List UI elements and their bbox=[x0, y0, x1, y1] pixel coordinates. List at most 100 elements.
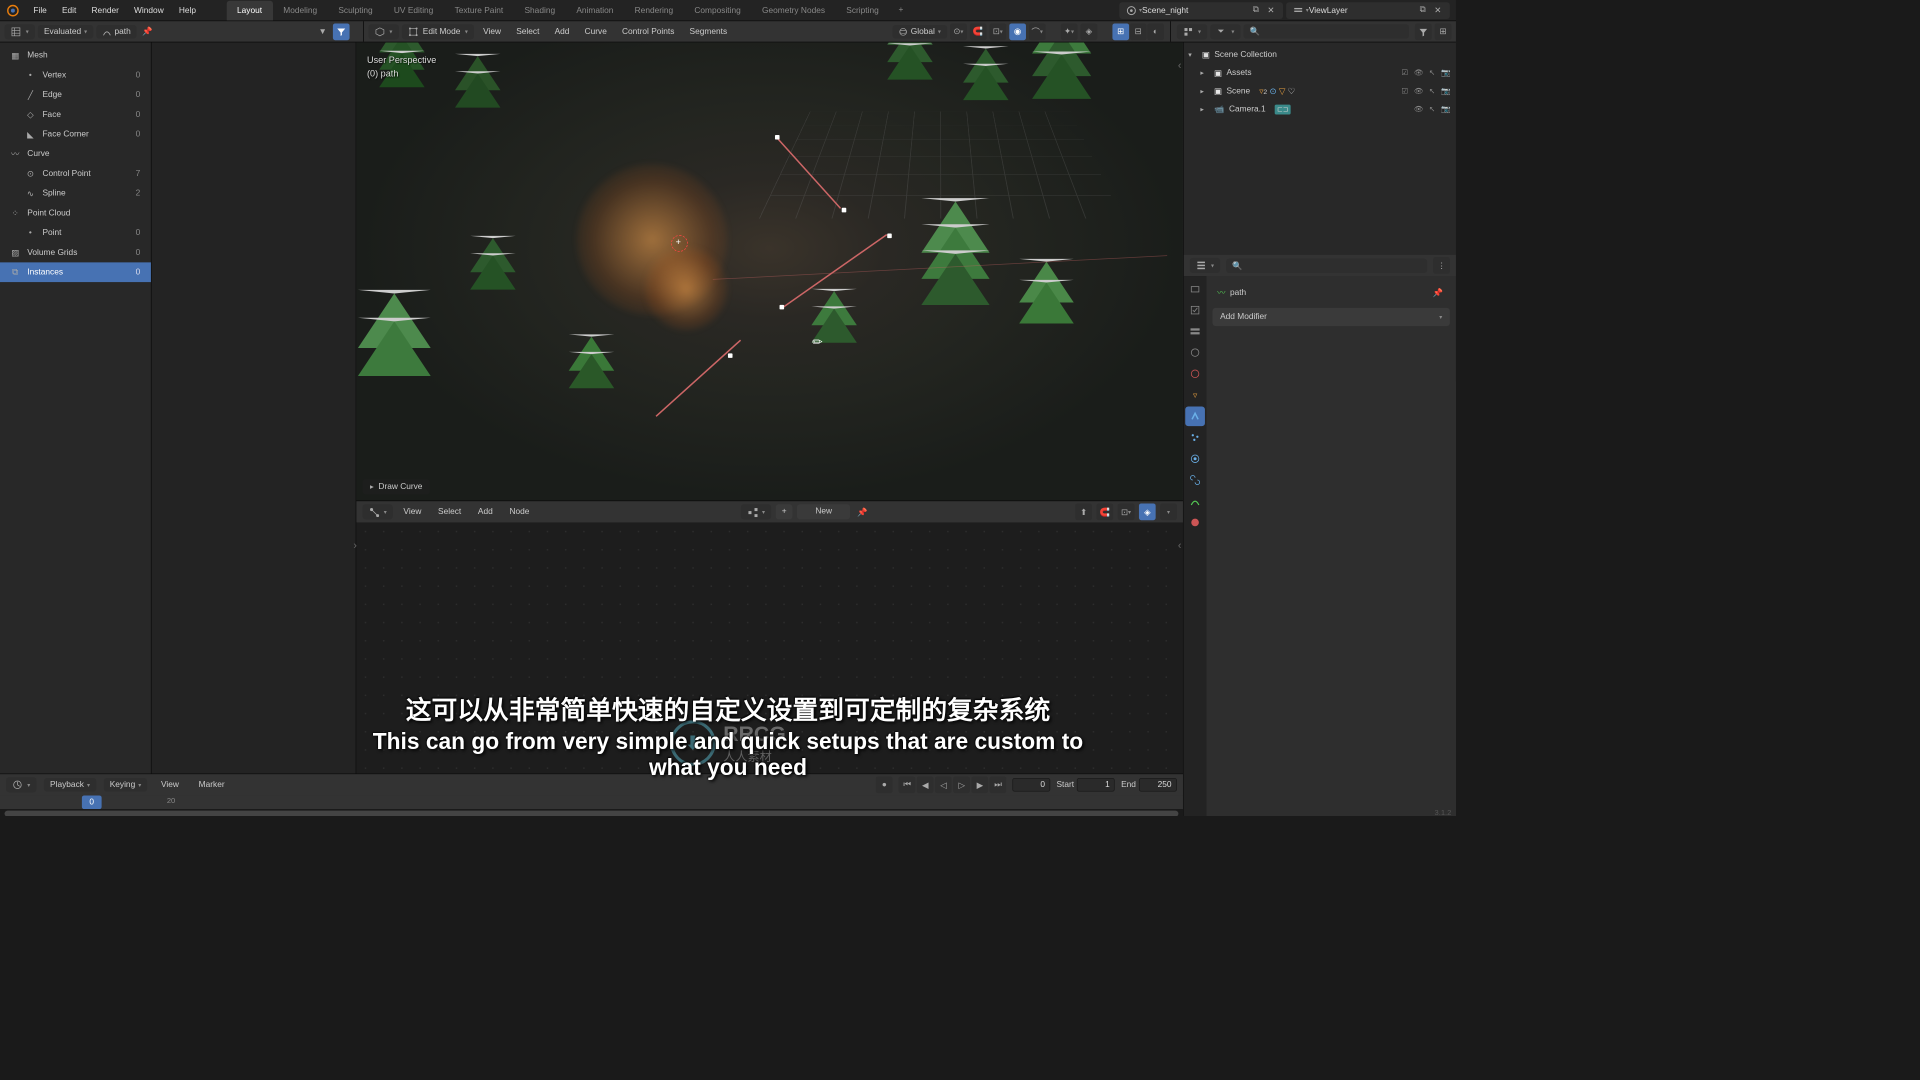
pivot-icon[interactable]: ⊙▾ bbox=[950, 23, 967, 40]
gizmo-icon[interactable]: ✦▾ bbox=[1061, 23, 1078, 40]
tree-point[interactable]: •Point0 bbox=[0, 223, 151, 243]
eye-icon[interactable]: 👁 bbox=[1413, 85, 1424, 96]
tree-facecorner[interactable]: ◣Face Corner0 bbox=[0, 124, 151, 144]
outliner-new-collection-icon[interactable]: ⊞ bbox=[1435, 23, 1452, 40]
node-toolbar-expand[interactable]: › bbox=[353, 539, 357, 551]
prop-tab-constraints[interactable] bbox=[1185, 470, 1205, 490]
curve-point[interactable] bbox=[728, 353, 733, 358]
proportional-edit-icon[interactable]: ◉ bbox=[1009, 23, 1026, 40]
node-sidebar-expand[interactable]: ‹ bbox=[1178, 539, 1182, 551]
prop-tab-material[interactable] bbox=[1185, 513, 1205, 533]
node-new-button[interactable]: New bbox=[797, 504, 850, 519]
tree-spline[interactable]: ∿Spline2 bbox=[0, 184, 151, 204]
curve-point[interactable] bbox=[842, 208, 847, 213]
proportional-falloff-icon[interactable]: ⌒▾ bbox=[1029, 23, 1046, 40]
node-menu-add[interactable]: Add bbox=[472, 504, 499, 519]
pin-icon[interactable]: 📌 bbox=[140, 24, 155, 39]
sidebar-expand[interactable]: ‹ bbox=[1178, 59, 1182, 71]
menu-file[interactable]: File bbox=[26, 3, 55, 18]
workspace-rendering[interactable]: Rendering bbox=[624, 0, 684, 20]
workspace-scripting[interactable]: Scripting bbox=[836, 0, 890, 20]
prop-tab-data[interactable] bbox=[1185, 491, 1205, 511]
prop-tab-viewlayer[interactable] bbox=[1185, 322, 1205, 342]
node-menu-node[interactable]: Node bbox=[503, 504, 535, 519]
workspace-uvediting[interactable]: UV Editing bbox=[383, 0, 444, 20]
selectable-icon[interactable]: ↖ bbox=[1426, 104, 1437, 115]
outliner-filter[interactable]: ▾ bbox=[1210, 24, 1240, 39]
prop-tab-render[interactable] bbox=[1185, 279, 1205, 299]
outliner-filter-funnel-icon[interactable] bbox=[1415, 23, 1432, 40]
frame-start[interactable]: Start bbox=[1056, 778, 1115, 792]
workspace-compositing[interactable]: Compositing bbox=[684, 0, 752, 20]
timeline-ruler[interactable]: 0 20 bbox=[0, 795, 1183, 809]
overlays-icon[interactable]: ◈ bbox=[1080, 23, 1097, 40]
3dview-menu-view[interactable]: View bbox=[477, 24, 507, 39]
pin-icon[interactable]: 📌 bbox=[1430, 285, 1445, 300]
last-operator-panel[interactable]: Draw Curve bbox=[362, 479, 430, 494]
keyframe-prev-icon[interactable]: ◀ bbox=[917, 776, 934, 793]
mode-selector[interactable]: Edit Mode ▾ bbox=[402, 24, 474, 39]
node-parent-icon[interactable]: ⬆ bbox=[1075, 504, 1092, 521]
keyframe-next-icon[interactable]: ▶ bbox=[972, 776, 989, 793]
scene-browse-icon[interactable] bbox=[1124, 3, 1139, 18]
outliner-display-mode[interactable]: ▾ bbox=[1177, 24, 1207, 39]
outliner-scene-collection[interactable]: ▾ ▣ Scene Collection bbox=[1184, 45, 1456, 63]
node-snap-opts-icon[interactable]: ⊡▾ bbox=[1118, 504, 1135, 521]
timeline-marker-menu[interactable]: Marker bbox=[193, 777, 231, 792]
solid-icon[interactable]: ◐ bbox=[1147, 23, 1164, 40]
workspace-modeling[interactable]: Modeling bbox=[273, 0, 328, 20]
menu-edit[interactable]: Edit bbox=[54, 3, 84, 18]
3dview-menu-curve[interactable]: Curve bbox=[579, 24, 613, 39]
tree-instances[interactable]: ⧉Instances0 bbox=[0, 262, 151, 282]
wireframe-icon[interactable]: ⊟ bbox=[1130, 23, 1147, 40]
frame-end[interactable]: End bbox=[1121, 778, 1177, 792]
timeline-scrollbar[interactable] bbox=[0, 809, 1183, 816]
timeline-keying-menu[interactable]: Keying▾ bbox=[104, 778, 148, 792]
disclosure-icon[interactable]: ▾ bbox=[1188, 50, 1197, 58]
selectable-icon[interactable]: ↖ bbox=[1426, 67, 1437, 78]
workspace-animation[interactable]: Animation bbox=[566, 0, 624, 20]
menu-render[interactable]: Render bbox=[84, 3, 127, 18]
editor-type-properties[interactable]: ▾ bbox=[1190, 258, 1220, 273]
prop-tab-output[interactable] bbox=[1185, 300, 1205, 320]
outliner-search[interactable]: 🔍 bbox=[1244, 24, 1409, 38]
scene-name-input[interactable] bbox=[1142, 6, 1248, 15]
selectable-icon[interactable]: ↖ bbox=[1426, 85, 1437, 96]
scene-delete-icon[interactable]: ✕ bbox=[1263, 3, 1278, 18]
jump-start-icon[interactable]: ⏮ bbox=[899, 776, 916, 793]
workspace-sculpting[interactable]: Sculpting bbox=[328, 0, 384, 20]
workspace-add[interactable]: + bbox=[889, 0, 912, 20]
scene-selector[interactable]: ▾ ⧉ ✕ bbox=[1119, 2, 1283, 19]
exclude-checkbox-icon[interactable]: ☑ bbox=[1399, 67, 1410, 78]
tree-edge[interactable]: ╱Edge0 bbox=[0, 85, 151, 105]
prop-tab-particles[interactable] bbox=[1185, 428, 1205, 448]
menu-help[interactable]: Help bbox=[171, 3, 203, 18]
viewlayer-selector[interactable]: ▾ ⧉ ✕ bbox=[1286, 2, 1450, 19]
tree-volumegrids[interactable]: ▨Volume Grids0 bbox=[0, 243, 151, 263]
frame-current[interactable] bbox=[1012, 778, 1050, 792]
timeline-playback-menu[interactable]: Playback▾ bbox=[44, 778, 96, 792]
tree-face[interactable]: ◇Face0 bbox=[0, 105, 151, 125]
disclosure-icon[interactable]: ▸ bbox=[1200, 105, 1209, 113]
3dview-menu-segments[interactable]: Segments bbox=[683, 24, 733, 39]
node-canvas[interactable]: › ‹ bbox=[356, 522, 1183, 816]
properties-options-icon[interactable]: ⋮ bbox=[1433, 257, 1450, 274]
timeline-playhead[interactable]: 0 bbox=[82, 795, 102, 809]
autokey-icon[interactable]: ● bbox=[876, 776, 893, 793]
3dview-menu-select[interactable]: Select bbox=[510, 24, 545, 39]
curve-point[interactable] bbox=[887, 234, 892, 239]
workspace-texturepaint[interactable]: Texture Paint bbox=[444, 0, 514, 20]
node-add-button[interactable]: + bbox=[776, 504, 793, 519]
disclosure-icon[interactable]: ▸ bbox=[1200, 87, 1209, 95]
prop-tab-modifier[interactable] bbox=[1185, 406, 1205, 426]
curve-point[interactable] bbox=[775, 135, 780, 140]
camera-icon[interactable]: 📷 bbox=[1440, 67, 1451, 78]
play-reverse-icon[interactable]: ◁ bbox=[935, 776, 952, 793]
menu-window[interactable]: Window bbox=[126, 3, 171, 18]
exclude-checkbox-icon[interactable]: ☑ bbox=[1399, 85, 1410, 96]
scene-copy-icon[interactable]: ⧉ bbox=[1248, 3, 1263, 18]
curve-point[interactable] bbox=[780, 305, 785, 310]
viewlayer-new-icon[interactable]: ⧉ bbox=[1415, 3, 1430, 18]
blender-logo[interactable] bbox=[6, 3, 20, 17]
tree-mesh[interactable]: ▦Mesh bbox=[0, 45, 151, 65]
